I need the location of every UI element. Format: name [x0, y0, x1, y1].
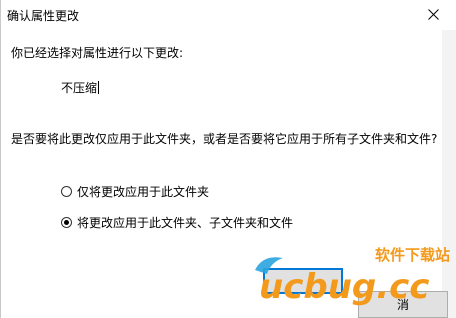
option-this-folder-only[interactable]: 仅将更改应用于此文件夹	[61, 183, 209, 200]
prompt-text: 你已经选择对属性进行以下更改:	[11, 46, 184, 60]
option-folder-subfolders-files[interactable]: 将更改应用于此文件夹、子文件夹和文件	[61, 214, 293, 231]
watermark-brand-text: 软件下载站	[375, 246, 450, 264]
right-edge-panel	[442, 30, 456, 318]
close-icon	[428, 9, 439, 20]
option-folder-subfolders-files-label[interactable]: 将更改应用于此文件夹、子文件夹和文件	[77, 214, 293, 231]
attribute-change-label: 不压缩	[61, 81, 98, 95]
radio-folder-subfolders-files[interactable]	[61, 217, 72, 228]
apply-scope-question: 是否要将此更改仅应用于此文件夹，或者是否要将它应用于所有子文件夹和文件?	[11, 132, 438, 146]
cancel-button[interactable]: 消	[358, 291, 448, 318]
cancel-button-label: 消	[396, 298, 409, 312]
window-title: 确认属性更改	[7, 9, 80, 23]
option-this-folder-only-label[interactable]: 仅将更改应用于此文件夹	[77, 183, 209, 200]
confirm-attribute-changes-dialog: 确认属性更改 你已经选择对属性进行以下更改: 不压缩 是否要将此更改仅应用于此文…	[0, 0, 456, 318]
attribute-change-value: 不压缩	[61, 79, 100, 96]
ok-button[interactable]	[263, 268, 343, 294]
radio-this-folder-only[interactable]	[61, 186, 72, 197]
text-caret	[98, 81, 100, 94]
title-bar[interactable]: 确认属性更改	[1, 0, 456, 30]
close-button[interactable]	[411, 0, 456, 30]
